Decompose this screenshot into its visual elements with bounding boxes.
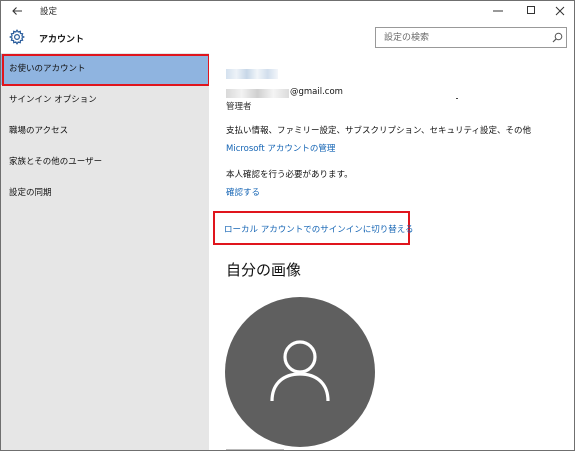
maximize-icon bbox=[527, 6, 535, 14]
blurred-email-prefix bbox=[226, 89, 289, 98]
settings-window: 設定 アカウント お使いのアカウント サインイン オプション bbox=[0, 0, 575, 451]
your-picture-heading: 自分の画像 bbox=[226, 261, 302, 279]
search-icon[interactable] bbox=[552, 32, 563, 43]
close-button[interactable] bbox=[543, 1, 574, 21]
divider-dot bbox=[456, 98, 458, 99]
sidebar-item-sign-in-options[interactable]: サインイン オプション bbox=[1, 85, 209, 116]
verify-link[interactable]: 確認する bbox=[226, 186, 260, 198]
avatar[interactable] bbox=[225, 297, 375, 447]
manage-microsoft-account-link[interactable]: Microsoft アカウントの管理 bbox=[226, 142, 335, 154]
sidebar-item-your-account[interactable]: お使いのアカウント bbox=[1, 54, 209, 85]
title-bar: 設定 bbox=[1, 1, 574, 21]
sidebar-item-sync-settings[interactable]: 設定の同期 bbox=[1, 178, 209, 209]
page-title: アカウント bbox=[39, 35, 85, 45]
gear-icon bbox=[9, 29, 25, 45]
app-title: 設定 bbox=[40, 7, 58, 17]
account-info-text: 支払い情報、ファミリー設定、サブスクリプション、セキュリティ設定、その他 bbox=[226, 126, 531, 136]
close-icon bbox=[555, 6, 565, 16]
search-input[interactable] bbox=[376, 28, 546, 47]
account-content: @gmail.com 管理者 支払い情報、ファミリー設定、サブスクリプション、セ… bbox=[209, 53, 574, 450]
verify-notice: 本人確認を行う必要があります。 bbox=[226, 170, 353, 180]
search-box[interactable] bbox=[375, 27, 567, 48]
sidebar-item-work-access[interactable]: 職場のアクセス bbox=[1, 116, 209, 147]
switch-to-local-account-link[interactable]: ローカル アカウントでのサインインに切り替える bbox=[224, 223, 413, 235]
sidebar-item-family-other-users[interactable]: 家族とその他のユーザー bbox=[1, 147, 209, 178]
local-account-highlight-box: ローカル アカウントでのサインインに切り替える bbox=[213, 211, 413, 245]
minimize-button[interactable] bbox=[481, 1, 515, 21]
sidebar: お使いのアカウント サインイン オプション 職場のアクセス 家族とその他のユーザ… bbox=[1, 53, 210, 450]
back-button[interactable] bbox=[9, 3, 25, 19]
account-email-suffix: @gmail.com bbox=[290, 87, 343, 97]
account-role: 管理者 bbox=[226, 102, 252, 112]
blurred-account-name bbox=[226, 69, 278, 79]
minimize-icon bbox=[493, 10, 503, 12]
arrow-left-icon bbox=[12, 7, 22, 15]
user-icon bbox=[270, 340, 330, 402]
